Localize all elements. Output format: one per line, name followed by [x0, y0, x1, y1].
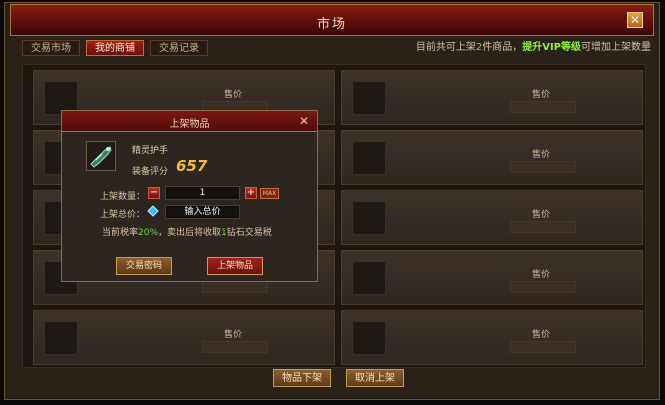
tab-trade-history[interactable]: 交易记录 — [150, 40, 208, 56]
shop-slot[interactable]: 售价 — [33, 310, 335, 365]
price-label: 售价 — [532, 90, 551, 100]
price-label: 售价 — [532, 330, 551, 340]
slot-icon — [352, 321, 386, 355]
slot-icon — [352, 201, 386, 235]
max-quantity-button[interactable]: MAX — [260, 188, 279, 199]
shop-slot[interactable]: 售价 — [341, 250, 643, 305]
notice-prefix: 目前共可上架 — [415, 42, 476, 53]
window-title: 市场 — [316, 17, 347, 32]
dialog-close-button[interactable]: ✕ — [299, 114, 309, 128]
diamond-icon — [147, 205, 159, 217]
shop-slot[interactable]: 售价 — [341, 130, 643, 185]
score-value: 657 — [176, 157, 208, 175]
item-name: 精灵护手 — [132, 146, 169, 156]
tab-bar: 交易市场 我的商铺 交易记录 — [22, 40, 208, 56]
slot-icon — [352, 141, 386, 175]
quantity-minus-button[interactable]: − — [148, 187, 160, 199]
price-box — [510, 221, 576, 233]
tax-rate: 20% — [138, 228, 159, 238]
quantity-input[interactable]: 1 — [165, 186, 240, 200]
quantity-plus-button[interactable]: + — [245, 187, 257, 199]
dialog-header: 上架物品 ✕ — [62, 111, 317, 132]
price-label: 售价 — [532, 210, 551, 220]
tax-prefix: 当前税率 — [102, 228, 139, 238]
price-box — [510, 101, 576, 113]
dialog-title: 上架物品 — [169, 119, 210, 130]
close-button[interactable]: ✕ — [627, 12, 643, 28]
shop-slot[interactable]: 售价 — [341, 70, 643, 125]
title-bar: 市场 ✕ — [10, 4, 654, 36]
tab-trade-market[interactable]: 交易市场 — [22, 40, 80, 56]
total-price-input[interactable]: 输入总价 — [165, 205, 240, 219]
tax-note: 当前税率20%，卖出后将收取1钻石交易税 — [102, 225, 272, 238]
tax-middle: ，卖出后将收取 — [158, 228, 222, 238]
tab-my-shop[interactable]: 我的商铺 — [86, 40, 144, 56]
notice-middle: 件商品， — [482, 42, 523, 53]
unlist-item-button[interactable]: 物品下架 — [273, 369, 331, 387]
total-price-label: 上架总价： — [100, 210, 146, 220]
price-label: 售价 — [224, 330, 243, 340]
quantity-label: 上架数量： — [100, 192, 146, 202]
shop-slot[interactable]: 售价 — [341, 310, 643, 365]
slot-icon — [352, 81, 386, 115]
listing-notice: 目前共可上架2件商品，提升VIP等级可增加上架数量 — [416, 40, 651, 56]
price-box — [202, 341, 268, 353]
cancel-listing-button[interactable]: 取消上架 — [346, 369, 404, 387]
score-label: 装备评分 — [132, 167, 169, 177]
price-box — [510, 281, 576, 293]
shop-slot[interactable]: 售价 — [341, 190, 643, 245]
tax-suffix: 钻石交易税 — [226, 228, 272, 238]
slot-icon — [352, 261, 386, 295]
price-label: 售价 — [224, 90, 243, 100]
vip-upgrade-link[interactable]: 提升VIP等级 — [522, 42, 581, 53]
price-label: 售价 — [532, 270, 551, 280]
price-box — [510, 341, 576, 353]
slot-icon — [44, 321, 78, 355]
trade-password-button[interactable]: 交易密码 — [116, 257, 172, 275]
notice-suffix: 可增加上架数量 — [581, 42, 651, 53]
gauntlet-icon[interactable] — [86, 141, 116, 171]
price-label: 售价 — [532, 150, 551, 160]
price-box — [202, 281, 268, 293]
list-item-dialog: 上架物品 ✕ 精灵护手 装备评分 657 上架数量： − 1 + MAX 上架总… — [61, 110, 318, 282]
confirm-list-button[interactable]: 上架物品 — [207, 257, 263, 275]
price-box — [510, 161, 576, 173]
